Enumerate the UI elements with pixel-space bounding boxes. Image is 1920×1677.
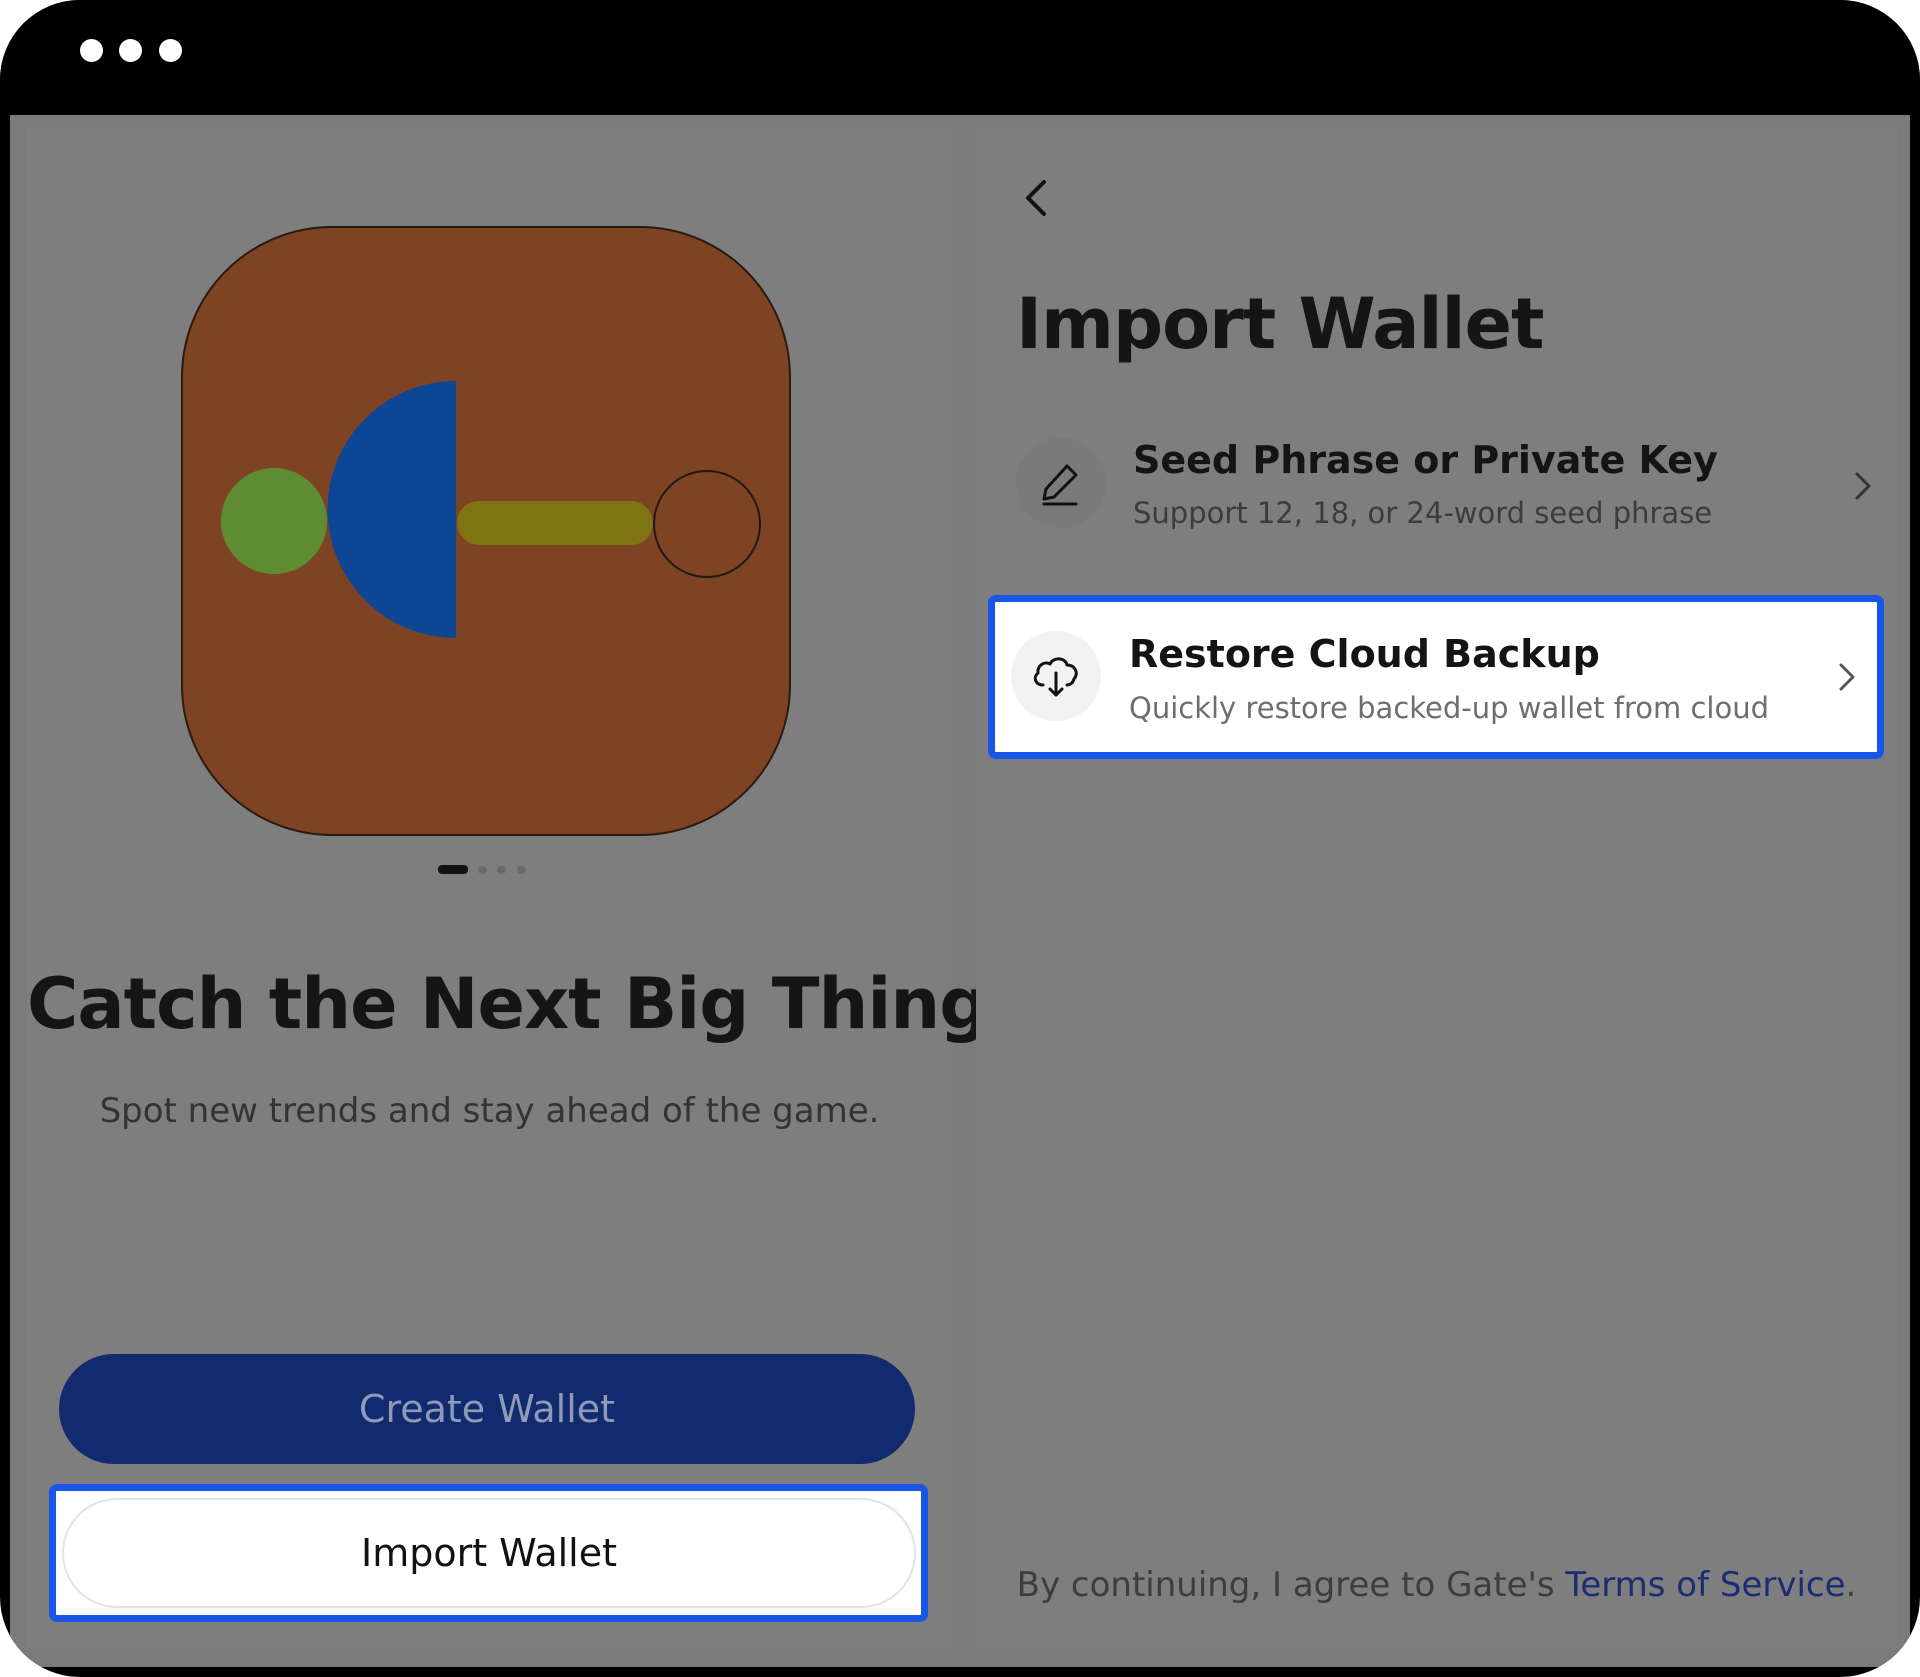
cloud-download-icon — [1011, 631, 1101, 721]
chevron-right-icon — [1839, 663, 1855, 691]
pager-dot-active[interactable] — [438, 865, 468, 874]
terms-text: By continuing, I agree to Gate's — [1016, 1565, 1566, 1605]
import-wallet-highlight: Import Wallet — [49, 1484, 928, 1622]
restore-cloud-backup-option[interactable]: Restore Cloud Backup Quickly restore bac… — [988, 595, 1884, 759]
option-title: Restore Cloud Backup — [1129, 632, 1600, 676]
onboarding-headline: Catch the Next Big Thing — [27, 963, 989, 1045]
chevron-right-icon — [1855, 472, 1871, 500]
pager-dot[interactable] — [497, 866, 506, 874]
window-dot-icon[interactable] — [119, 39, 142, 62]
window-dot-icon[interactable] — [159, 39, 182, 62]
import-wallet-button[interactable]: Import Wallet — [62, 1498, 916, 1608]
import-wallet-screen: Import Wallet Seed Phrase or Private Key… — [976, 128, 1897, 1648]
title-bar — [0, 0, 1920, 115]
app-logo-icon — [181, 226, 791, 836]
terms-of-service-link[interactable]: Terms of Service — [1565, 1565, 1845, 1605]
window-dot-icon[interactable] — [80, 39, 103, 62]
pager-dot[interactable] — [478, 866, 487, 874]
option-description: Support 12, 18, or 24-word seed phrase — [1133, 496, 1713, 530]
pen-icon — [1016, 438, 1106, 528]
option-title: Seed Phrase or Private Key — [1133, 438, 1718, 482]
pager-dot[interactable] — [517, 866, 526, 874]
back-arrow-icon[interactable] — [1016, 168, 1056, 228]
seed-phrase-option[interactable]: Seed Phrase or Private Key Support 12, 1… — [993, 408, 1879, 558]
create-wallet-button[interactable]: Create Wallet — [59, 1354, 915, 1464]
terms-suffix: . — [1845, 1565, 1857, 1605]
screen-content: Catch the Next Big Thing Spot new trends… — [10, 115, 1910, 1667]
page-title: Import Wallet — [1016, 283, 1544, 365]
terms-notice: By continuing, I agree to Gate's Terms o… — [976, 1565, 1897, 1605]
device-frame: Catch the Next Big Thing Spot new trends… — [0, 0, 1920, 1677]
onboarding-screen: Catch the Next Big Thing Spot new trends… — [27, 128, 989, 1648]
onboarding-subline: Spot new trends and stay ahead of the ga… — [99, 1091, 880, 1131]
option-description: Quickly restore backed-up wallet from cl… — [1129, 691, 1770, 725]
